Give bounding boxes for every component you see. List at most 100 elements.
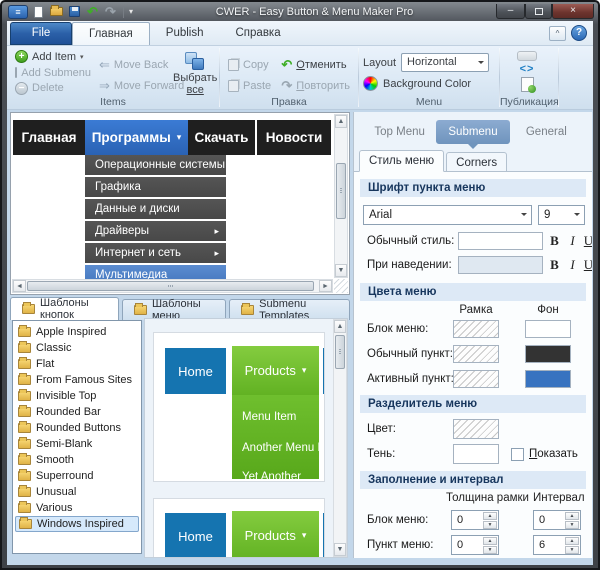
help-button[interactable]: ? <box>571 25 587 41</box>
designer-vscrollbar[interactable]: ▲ ▼ <box>334 114 348 278</box>
dropdown-item[interactable]: Операционные системы <box>85 155 226 175</box>
layout-select[interactable]: Horizontal <box>401 53 490 72</box>
folder-item[interactable]: Various <box>15 500 139 516</box>
folder-item[interactable]: Superround <box>15 468 139 484</box>
close-button[interactable]: × <box>552 4 594 19</box>
spin-up-button[interactable]: ▲ <box>565 512 579 520</box>
tab-corners[interactable]: Corners <box>446 152 508 172</box>
tab-menu-style[interactable]: Стиль меню <box>359 150 445 172</box>
scrollbar-thumb[interactable] <box>27 281 314 291</box>
spin-down-button[interactable]: ▼ <box>565 546 579 554</box>
normal-item-bg-swatch[interactable] <box>525 345 571 363</box>
normal-item-frame-swatch[interactable] <box>453 345 499 363</box>
folder-item[interactable]: Apple Inspired <box>15 324 139 340</box>
folder-item[interactable]: Rounded Buttons <box>15 420 139 436</box>
active-item-bg-swatch[interactable] <box>525 370 571 388</box>
folder-item[interactable]: Smooth <box>15 452 139 468</box>
folder-item-selected[interactable]: Windows Inspired <box>15 516 139 532</box>
tab-file[interactable]: File <box>10 22 72 45</box>
spin-down-button[interactable]: ▼ <box>565 521 579 529</box>
spin-down-button[interactable]: ▼ <box>483 546 497 554</box>
font-size-select[interactable]: 9 <box>538 205 585 225</box>
maximize-button[interactable] <box>525 4 552 19</box>
tab-button-templates[interactable]: Шаблоны кнопок <box>10 297 119 321</box>
scrollbar-thumb[interactable] <box>335 335 345 369</box>
folder-item[interactable]: Classic <box>15 340 139 356</box>
minimize-button[interactable]: – <box>496 4 525 19</box>
font-family-select[interactable]: Arial <box>363 205 532 225</box>
template-card[interactable]: Home Products ▾ <box>153 498 325 557</box>
undo-button[interactable]: ↶ Отменить <box>277 55 354 76</box>
copy-button[interactable]: Copy <box>224 55 277 76</box>
folder-item[interactable]: Invisible Top <box>15 388 139 404</box>
collapse-ribbon-button[interactable]: ^ <box>549 25 566 41</box>
spin-up-button[interactable]: ▲ <box>565 537 579 545</box>
template-card[interactable]: Home Products ▾ Menu Item Another Menu I… <box>153 332 325 482</box>
block-border-width-spinner[interactable]: 0 ▲ ▼ <box>451 510 499 530</box>
item-spacing-spinner[interactable]: 6 ▲ ▼ <box>533 535 581 555</box>
normal-style-color-swatch[interactable] <box>458 232 543 250</box>
spin-up-button[interactable]: ▲ <box>483 537 497 545</box>
underline-toggle[interactable]: U <box>581 231 592 251</box>
tab-help[interactable]: Справка <box>220 22 297 45</box>
background-color-button[interactable]: Background Color <box>363 73 489 94</box>
folder-item[interactable]: Semi-Blank <box>15 436 139 452</box>
resize-grip[interactable] <box>334 279 348 293</box>
folder-item[interactable]: Flat <box>15 356 139 372</box>
tab-menu-templates[interactable]: Шаблоны меню <box>121 298 227 322</box>
move-forward-button[interactable]: ⇒ Move Forward <box>95 76 184 97</box>
divider-color-swatch[interactable] <box>453 419 499 439</box>
italic-toggle[interactable]: I <box>565 255 580 275</box>
delete-button[interactable]: − Delete <box>11 80 95 96</box>
bold-toggle[interactable]: B <box>547 231 562 251</box>
add-submenu-button[interactable]: Add Submenu <box>11 65 95 81</box>
tab-home[interactable]: Главная <box>72 22 150 45</box>
tab-submenu-templates[interactable]: Submenu Templates <box>229 298 350 322</box>
segment-general[interactable]: General <box>510 120 583 144</box>
scroll-right-button[interactable]: ► <box>319 280 332 292</box>
open-file-button[interactable] <box>49 5 64 19</box>
italic-toggle[interactable]: I <box>565 231 580 251</box>
spin-down-button[interactable]: ▼ <box>483 521 497 529</box>
menu-item[interactable]: Скачать <box>188 120 255 155</box>
menu-block-frame-swatch[interactable] <box>453 320 499 338</box>
hover-style-color-swatch[interactable] <box>458 256 543 274</box>
divider-shadow-swatch[interactable] <box>453 444 499 464</box>
tab-publish[interactable]: Publish <box>150 22 220 45</box>
scroll-left-button[interactable]: ◄ <box>13 280 26 292</box>
item-border-width-spinner[interactable]: 0 ▲ ▼ <box>451 535 499 555</box>
move-back-button[interactable]: ⇐ Move Back <box>95 55 171 76</box>
bold-toggle[interactable]: B <box>547 255 562 275</box>
dropdown-item[interactable]: Драйверы ▸ <box>85 221 226 241</box>
publish-code-button[interactable]: <> <box>520 63 535 75</box>
select-all-button[interactable]: Выбрать все <box>173 49 217 96</box>
underline-toggle[interactable]: U <box>581 255 592 275</box>
scroll-down-button[interactable]: ▼ <box>334 543 346 556</box>
redo-button[interactable]: ↷ Повторить <box>277 76 354 97</box>
show-divider-checkbox[interactable] <box>511 448 524 461</box>
folder-item[interactable]: Rounded Bar <box>15 404 139 420</box>
publish-disabled-button[interactable] <box>517 51 537 61</box>
save-button[interactable] <box>67 5 82 19</box>
menu-item[interactable]: Новости <box>257 120 331 155</box>
templates-vscrollbar[interactable]: ▲ ▼ <box>333 319 347 557</box>
folder-item[interactable]: Unusual <box>15 484 139 500</box>
scroll-down-button[interactable]: ▼ <box>335 264 347 277</box>
active-item-frame-swatch[interactable] <box>453 370 499 388</box>
menu-item-active[interactable]: Программы ▾ <box>85 120 188 155</box>
add-item-button[interactable]: + Add Item ▾ <box>11 49 95 65</box>
scrollbar-thumb[interactable] <box>336 163 346 219</box>
publish-page-button[interactable] <box>520 77 536 93</box>
spin-up-button[interactable]: ▲ <box>483 512 497 520</box>
menu-item[interactable]: Главная <box>13 120 85 155</box>
redo-qat-button[interactable]: ↷ <box>103 4 118 19</box>
folder-item[interactable]: From Famous Sites <box>15 372 139 388</box>
paste-button[interactable]: Paste <box>224 76 277 97</box>
dropdown-item[interactable]: Графика <box>85 177 226 197</box>
dropdown-item[interactable]: Интернет и сеть ▸ <box>85 243 226 263</box>
designer-hscrollbar[interactable]: ◄ ► <box>12 279 333 293</box>
scroll-up-button[interactable]: ▲ <box>335 115 347 128</box>
scroll-up-button[interactable]: ▲ <box>334 320 346 333</box>
new-file-button[interactable] <box>31 5 46 19</box>
block-spacing-spinner[interactable]: 0 ▲ ▼ <box>533 510 581 530</box>
